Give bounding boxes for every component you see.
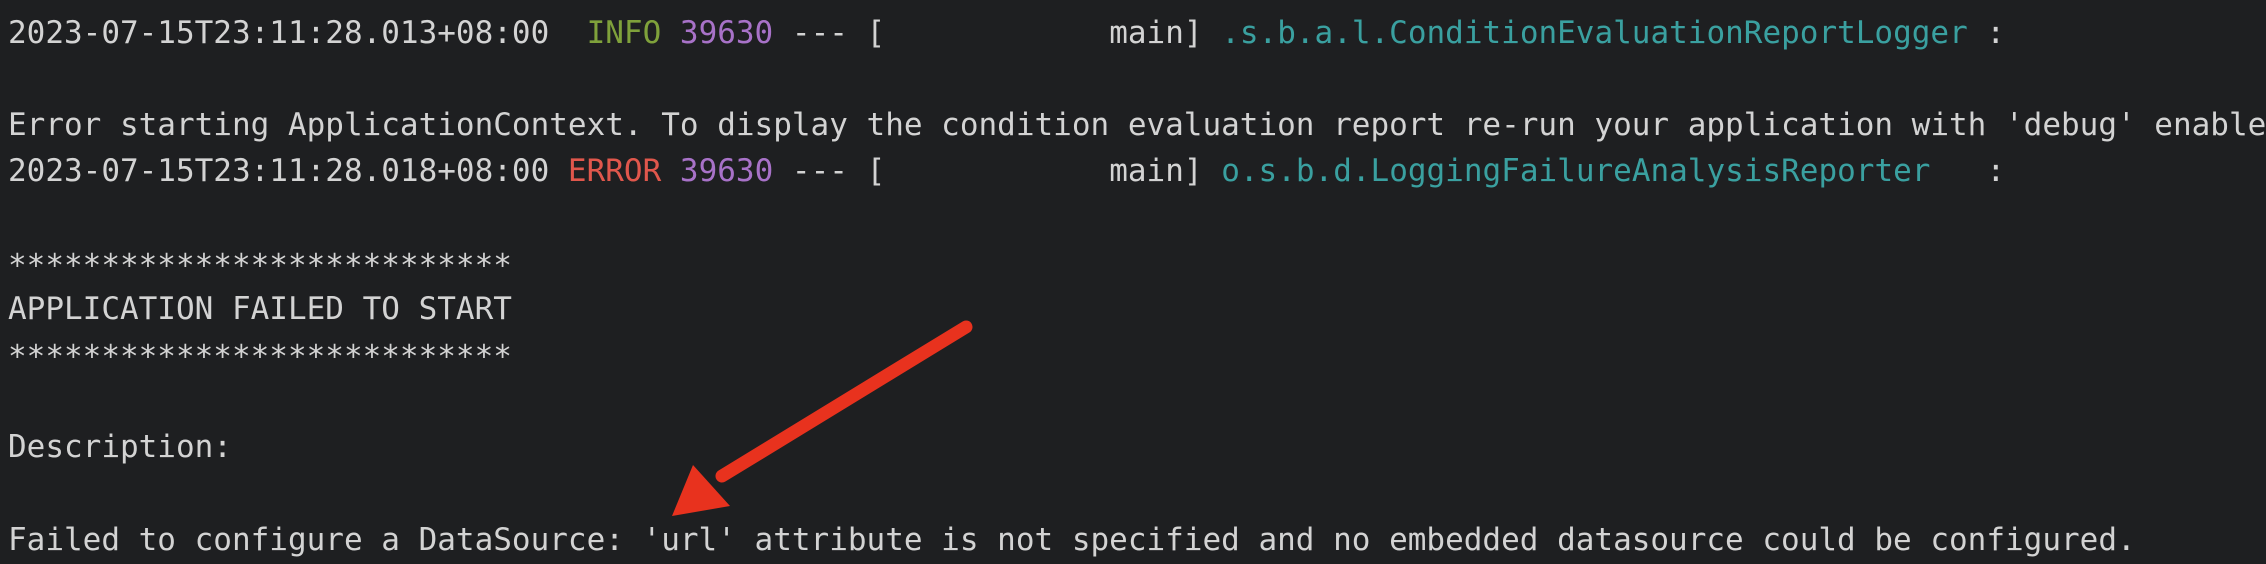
clipped-previous-line: [ o.s ] xyxy=(0,0,2266,4)
log-timestamp: 2023-07-15T23:11:28.013+08:00 xyxy=(8,15,550,51)
log-logger-name: o.s.b.d.LoggingFailureAnalysisReporter xyxy=(1221,153,1931,189)
log-timestamp: 2023-07-15T23:11:28.018+08:00 xyxy=(8,153,550,189)
log-line-error: 2023-07-15T23:11:28.018+08:00 ERROR 3963… xyxy=(8,148,2005,194)
log-colon: : xyxy=(1986,153,2006,189)
terminal-output: [ o.s ] 2023-07-15T23:11:28.013+08:00 IN… xyxy=(0,0,2266,564)
log-pid: 39630 xyxy=(679,153,774,189)
banner-title: APPLICATION FAILED TO START xyxy=(8,291,512,327)
banner-stars-top: *************************** xyxy=(8,248,512,284)
log-level-info: INFO xyxy=(586,15,662,51)
error-context-message: Error starting ApplicationContext. To di… xyxy=(8,107,2266,143)
log-line-info: 2023-07-15T23:11:28.013+08:00 INFO 39630… xyxy=(8,10,2005,56)
description-label: Description: xyxy=(8,429,232,465)
banner-stars-bottom: *************************** xyxy=(8,339,512,375)
log-thread: main] xyxy=(1109,153,1203,189)
log-thread: main] xyxy=(1109,15,1203,51)
log-colon: : xyxy=(1986,15,2006,51)
log-separator: --- [ xyxy=(791,15,886,51)
log-logger-name: .s.b.a.l.ConditionEvaluationReportLogger xyxy=(1221,15,1968,51)
log-level-error: ERROR xyxy=(567,153,662,189)
log-separator: --- [ xyxy=(791,153,886,189)
failure-message: Failed to configure a DataSource: 'url' … xyxy=(8,522,2136,558)
log-pid: 39630 xyxy=(679,15,774,51)
